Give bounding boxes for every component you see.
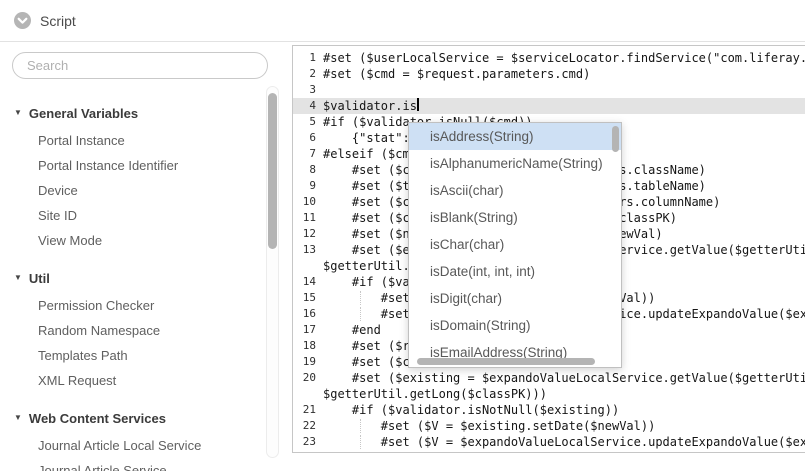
- autocomplete-item[interactable]: isAlphanumericName(String): [409, 150, 621, 177]
- gutter-line-number: 6: [293, 130, 323, 146]
- gutter-line-number: 14: [293, 274, 323, 290]
- search-input[interactable]: [12, 52, 268, 79]
- autocomplete-horizontal-scrollbar-thumb[interactable]: [417, 358, 595, 365]
- code-text: #set ($existing = $expandoValueLocalServ…: [323, 370, 805, 386]
- gutter-line-number: 7: [293, 146, 323, 162]
- gutter-line-number: 10: [293, 194, 323, 210]
- gutter-line-number: 17: [293, 322, 323, 338]
- sidebar-scrollbar-thumb[interactable]: [268, 93, 277, 249]
- code-text: $getterUtil.getLong($classPK))): [323, 386, 547, 402]
- sidebar-section: ▼ Util Permission CheckerRandom NamespaceT…: [0, 261, 262, 393]
- gutter-line-number: 4: [293, 98, 323, 114]
- sidebar-section-label: Web Content Services: [29, 411, 166, 426]
- sidebar-item[interactable]: Site ID: [0, 203, 262, 228]
- gutter-line-number: 5: [293, 114, 323, 130]
- sidebar-item[interactable]: View Mode: [0, 228, 262, 253]
- script-editor-window: Script ▼ General Variables Portal Instance…: [0, 0, 805, 471]
- autocomplete-item[interactable]: isDate(int, int, int): [409, 258, 621, 285]
- code-line[interactable]: 23 #set ($V = $expandoValueLocalService.…: [293, 434, 805, 450]
- indent-guide: [360, 291, 361, 305]
- indent-guide: [360, 419, 361, 433]
- code-text: #set ($V = $existing.setDate($newVal)): [323, 418, 655, 434]
- sidebar-item[interactable]: Journal Article Service: [0, 458, 262, 471]
- gutter-line-number: 8: [293, 162, 323, 178]
- autocomplete-item[interactable]: isBlank(String): [409, 204, 621, 231]
- gutter-line-number: 1: [293, 50, 323, 66]
- sidebar-section-label: General Variables: [29, 106, 138, 121]
- sidebar-item[interactable]: Permission Checker: [0, 293, 262, 318]
- gutter-line-number: 22: [293, 418, 323, 434]
- code-text: #set ($cmd = $request.parameters.cmd): [323, 66, 590, 82]
- triangle-down-icon: ▼: [14, 108, 22, 117]
- gutter-line-number: 12: [293, 226, 323, 242]
- code-line[interactable]: 21 #if ($validator.isNotNull($existing)): [293, 402, 805, 418]
- gutter-line-number: [293, 386, 323, 402]
- code-text: #end: [323, 322, 381, 338]
- sidebar-section: ▼ General Variables Portal InstancePortal …: [0, 96, 262, 253]
- sidebar-item[interactable]: Templates Path: [0, 343, 262, 368]
- code-line[interactable]: 4$validator.is: [293, 98, 805, 114]
- autocomplete-item[interactable]: isChar(char): [409, 231, 621, 258]
- autocomplete-item[interactable]: isDigit(char): [409, 285, 621, 312]
- code-text: #set ($userLocalService = $serviceLocato…: [323, 50, 805, 66]
- gutter-line-number: 19: [293, 354, 323, 370]
- code-line[interactable]: 22 #set ($V = $existing.setDate($newVal)…: [293, 418, 805, 434]
- sidebar-item[interactable]: Journal Article Local Service: [0, 433, 262, 458]
- gutter-line-number: 3: [293, 82, 323, 98]
- gutter-line-number: 21: [293, 402, 323, 418]
- code-line[interactable]: 3: [293, 82, 805, 98]
- gutter-line-number: 18: [293, 338, 323, 354]
- gutter-line-number: 2: [293, 66, 323, 82]
- gutter-line-number: 20: [293, 370, 323, 386]
- sidebar-item[interactable]: Device: [0, 178, 262, 203]
- sidebar-section-label: Util: [29, 271, 50, 286]
- code-text: #set ($V = $expandoValueLocalService.upd…: [323, 434, 805, 450]
- page-title: Script: [40, 13, 76, 29]
- code-line[interactable]: 2#set ($cmd = $request.parameters.cmd): [293, 66, 805, 82]
- indent-guide: [360, 307, 361, 321]
- autocomplete-item[interactable]: isDomain(String): [409, 312, 621, 339]
- gutter-line-number: 11: [293, 210, 323, 226]
- code-line-wrap[interactable]: $getterUtil.getLong($classPK))): [293, 386, 805, 402]
- triangle-down-icon: ▼: [14, 273, 22, 282]
- sidebar-item[interactable]: Portal Instance: [0, 128, 262, 153]
- sidebar-item[interactable]: XML Request: [0, 368, 262, 393]
- text-cursor: [417, 98, 419, 111]
- gutter-line-number: 15: [293, 290, 323, 306]
- code-line[interactable]: 1#set ($userLocalService = $serviceLocat…: [293, 50, 805, 66]
- gutter-line-number: 9: [293, 178, 323, 194]
- autocomplete-item[interactable]: isAddress(String): [409, 123, 621, 150]
- gutter-line-number: 16: [293, 306, 323, 322]
- triangle-down-icon: ▼: [14, 413, 22, 422]
- sidebar-item[interactable]: Random Namespace: [0, 318, 262, 343]
- sidebar-nav: ▼ General Variables Portal InstancePortal …: [0, 88, 262, 471]
- chevron-down-circle-icon[interactable]: [14, 12, 31, 29]
- sidebar-section-header[interactable]: ▼ Web Content Services: [0, 401, 262, 433]
- code-text: #if ($validator.isNotNull($existing)): [323, 402, 619, 418]
- autocomplete-vertical-scrollbar-thumb[interactable]: [612, 126, 619, 152]
- autocomplete-item[interactable]: isAscii(char): [409, 177, 621, 204]
- code-line[interactable]: 20 #set ($existing = $expandoValueLocalS…: [293, 370, 805, 386]
- gutter-line-number: 23: [293, 434, 323, 450]
- sidebar-section: ▼ Web Content Services Journal Article Loc…: [0, 401, 262, 471]
- sidebar-section-header[interactable]: ▼ General Variables: [0, 96, 262, 128]
- sidebar-section-header[interactable]: ▼ Util: [0, 261, 262, 293]
- header: Script: [0, 0, 805, 42]
- indent-guide: [360, 435, 361, 449]
- code-text: $validator.is: [323, 98, 417, 114]
- autocomplete-popup: isAddress(String)isAlphanumericName(Stri…: [408, 122, 622, 368]
- sidebar: ▼ General Variables Portal InstancePortal …: [0, 42, 292, 471]
- gutter-line-number: [293, 258, 323, 274]
- gutter-line-number: 13: [293, 242, 323, 258]
- sidebar-item[interactable]: Portal Instance Identifier: [0, 153, 262, 178]
